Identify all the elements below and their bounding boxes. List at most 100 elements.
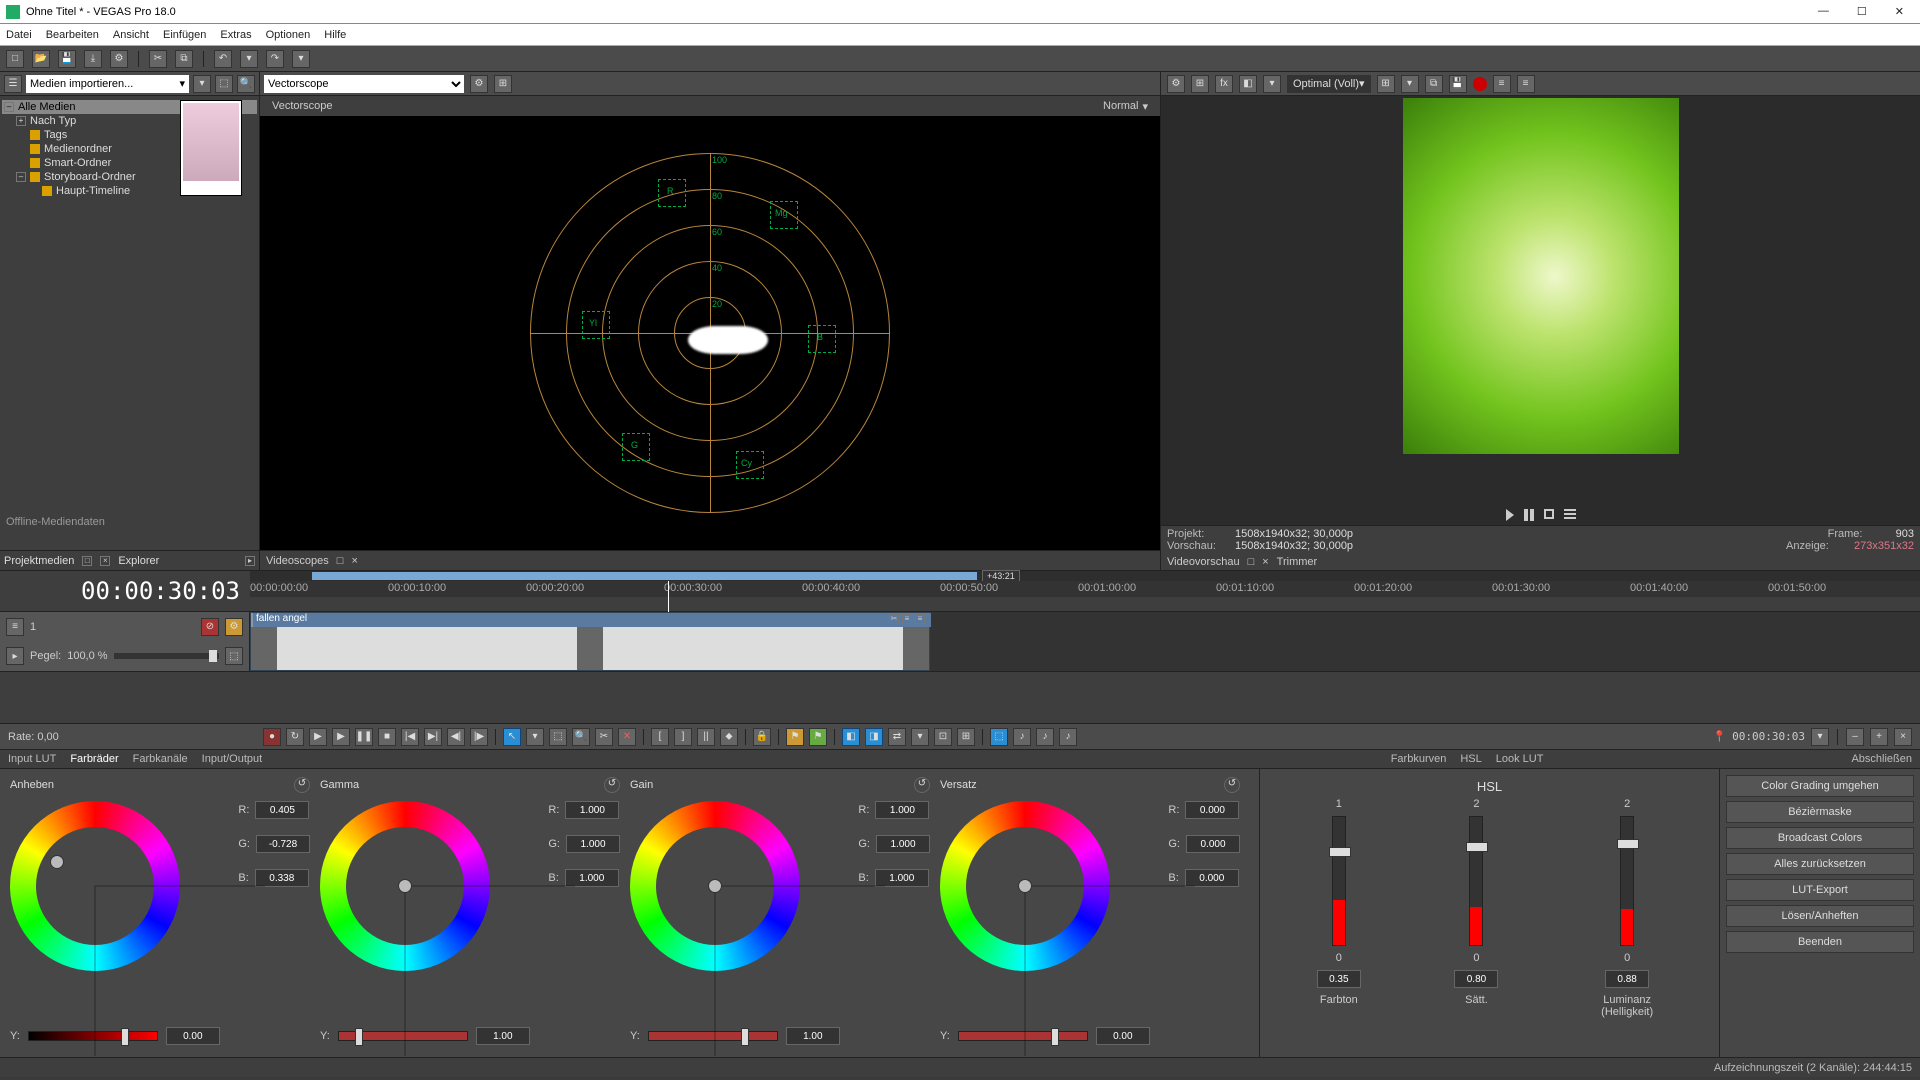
y-input[interactable] [786, 1027, 840, 1045]
preview-overlay-icon[interactable]: ▾ [1401, 75, 1419, 93]
preview-quality-dropdown[interactable]: Optimal (Voll) ▾ [1287, 75, 1371, 93]
prev-frame-icon[interactable]: ◀| [447, 728, 465, 746]
g-input[interactable] [876, 835, 930, 853]
go-start-icon[interactable]: |◀ [401, 728, 419, 746]
envelope-icon[interactable]: ▾ [526, 728, 544, 746]
preview-split-icon[interactable]: ◧ [1239, 75, 1257, 93]
tc-drop-icon[interactable]: ▾ [1811, 728, 1829, 746]
preview-stop-icon[interactable] [1544, 509, 1554, 519]
tab-videoscopes[interactable]: Videoscopes [266, 555, 329, 567]
split-icon[interactable]: || [697, 728, 715, 746]
y-slider[interactable] [958, 1031, 1088, 1041]
scope-settings-icon[interactable]: ⚙ [470, 75, 488, 93]
btn-detach[interactable]: Lösen/Anheften [1726, 905, 1914, 927]
trim-end-icon[interactable]: ] [674, 728, 692, 746]
y-input[interactable] [166, 1027, 220, 1045]
search-icon[interactable]: 🔍 [237, 75, 255, 93]
go-end-icon[interactable]: ▶| [424, 728, 442, 746]
reset-icon[interactable]: ↺ [914, 777, 930, 793]
tl-max-icon[interactable]: + [1870, 728, 1888, 746]
record-icon[interactable] [1473, 77, 1487, 91]
hsl-slider[interactable] [1620, 816, 1634, 946]
preview-close-icon[interactable]: × [1262, 556, 1268, 568]
redo-icon[interactable]: ↷ [266, 50, 284, 68]
menu-einfuegen[interactable]: Einfügen [163, 29, 206, 41]
hsl-value-input[interactable] [1454, 970, 1498, 988]
track-fx-icon[interactable]: ⚙ [225, 618, 243, 636]
b-input[interactable] [255, 869, 309, 887]
new-icon[interactable]: □ [6, 50, 24, 68]
delete-icon[interactable]: ✕ [618, 728, 636, 746]
save-icon[interactable]: 💾 [58, 50, 76, 68]
cut-icon[interactable]: ✂ [149, 50, 167, 68]
scope-float-icon[interactable]: □ [337, 555, 344, 567]
menu-hilfe[interactable]: Hilfe [324, 29, 346, 41]
select-icon[interactable]: ⬚ [549, 728, 567, 746]
next-frame-icon[interactable]: |▶ [470, 728, 488, 746]
tab-videovorschau[interactable]: Videovorschau [1167, 556, 1240, 568]
tab-proj-close-icon[interactable]: × [100, 556, 110, 566]
g-input[interactable] [256, 835, 310, 853]
play-icon[interactable]: ▶ [332, 728, 350, 746]
tab-farbkanaele[interactable]: Farbkanäle [133, 753, 188, 765]
loop-icon[interactable]: ↻ [286, 728, 304, 746]
preview-fx-icon[interactable]: fx [1215, 75, 1233, 93]
wheel-handle[interactable] [1018, 879, 1032, 893]
b-input[interactable] [1185, 869, 1239, 887]
tl-close-icon[interactable]: × [1894, 728, 1912, 746]
y-input[interactable] [476, 1027, 530, 1045]
r-input[interactable] [875, 801, 929, 819]
track-automation-icon[interactable]: ⬚ [225, 647, 243, 665]
hsl-handle[interactable] [1466, 842, 1488, 852]
tab-hsl[interactable]: HSL [1460, 753, 1481, 765]
btn-reset-all[interactable]: Alles zurücksetzen [1726, 853, 1914, 875]
trim-start-icon[interactable]: [ [651, 728, 669, 746]
btn-bypass[interactable]: Color Grading umgehen [1726, 775, 1914, 797]
b-input[interactable] [565, 869, 619, 887]
close-button[interactable]: ✕ [1895, 5, 1904, 18]
tab-scroll-icon[interactable]: ▸ [245, 556, 255, 566]
hsl-slider[interactable] [1332, 816, 1346, 946]
pegel-slider[interactable] [114, 653, 219, 659]
scope-close-icon[interactable]: × [351, 555, 357, 567]
track-lane[interactable]: fallen angel ✂ ≡ ≡ [250, 612, 1920, 671]
fit-icon[interactable]: ⊡ [934, 728, 952, 746]
ripple-drop-icon[interactable]: ▾ [911, 728, 929, 746]
ripple-icon[interactable]: ⇄ [888, 728, 906, 746]
track-header[interactable]: ≡ 1 ⊘ ⚙ ▸ Pegel: 100,0 % ⬚ [0, 612, 250, 671]
clip-menu-icon[interactable]: ≡ [915, 614, 925, 624]
autocross-icon[interactable]: ◨ [865, 728, 883, 746]
preview-save-icon[interactable]: 💾 [1449, 75, 1467, 93]
lock-icon[interactable]: 🔒 [753, 728, 771, 746]
video-clip[interactable]: fallen angel ✂ ≡ ≡ [250, 612, 930, 671]
scope-type-dropdown[interactable]: Vectorscope [264, 75, 464, 93]
stop-icon2[interactable]: ■ [378, 728, 396, 746]
autoripple-icon[interactable]: ◧ [842, 728, 860, 746]
redo-drop-icon[interactable]: ▾ [292, 50, 310, 68]
hsl-handle[interactable] [1329, 847, 1351, 857]
shuffle-icon[interactable]: ✂ [595, 728, 613, 746]
render-icon[interactable]: ⤓ [84, 50, 102, 68]
tab-projektmedien[interactable]: Projektmedien [4, 555, 74, 567]
normal-edit-icon[interactable]: ↖ [503, 728, 521, 746]
preview-grid-icon[interactable]: ⊞ [1377, 75, 1395, 93]
view-icon[interactable]: ☰ [4, 75, 22, 93]
color-wheel[interactable] [10, 801, 180, 971]
tab-farbraeder[interactable]: Farbräder [70, 753, 118, 765]
wheel-handle[interactable] [708, 879, 722, 893]
btn-lut-export[interactable]: LUT-Export [1726, 879, 1914, 901]
marker-icon[interactable]: ⬥ [720, 728, 738, 746]
track-expand-icon[interactable]: ▸ [6, 647, 24, 665]
preview-play-icon[interactable] [1506, 509, 1514, 521]
media-thumbnail[interactable] [180, 100, 242, 196]
color-wheel[interactable] [940, 801, 1110, 971]
y-slider[interactable] [648, 1031, 778, 1041]
preview-drop-icon[interactable]: ▾ [1263, 75, 1281, 93]
y-slider[interactable] [28, 1031, 158, 1041]
time-ruler[interactable]: 00:00:00:00 00:00:10:00 00:00:20:00 00:0… [250, 581, 1920, 597]
maximize-button[interactable]: ☐ [1857, 5, 1867, 18]
a3-icon[interactable]: ♪ [1059, 728, 1077, 746]
copy-icon[interactable]: ⧉ [175, 50, 193, 68]
reset-icon[interactable]: ↺ [604, 777, 620, 793]
btn-bezier[interactable]: Bézièrmaske [1726, 801, 1914, 823]
